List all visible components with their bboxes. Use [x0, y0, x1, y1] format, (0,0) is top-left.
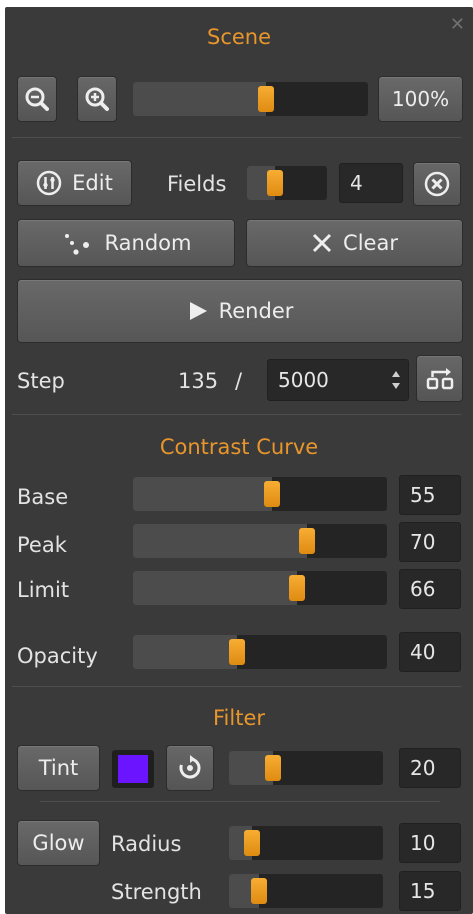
strength-label: Strength	[111, 880, 202, 904]
zoom-slider-fill	[133, 82, 266, 116]
x-icon	[312, 233, 332, 253]
base-slider-thumb[interactable]	[263, 481, 280, 507]
clear-button-label: Clear	[343, 231, 398, 255]
clear-button[interactable]: Clear	[246, 219, 463, 267]
step-current: 135	[178, 369, 219, 393]
opacity-label: Opacity	[17, 644, 98, 668]
limit-value-field[interactable]: 66	[399, 569, 461, 609]
filter-title: Filter	[212, 706, 265, 730]
radius-slider[interactable]	[229, 826, 383, 860]
strength-slider-thumb[interactable]	[251, 878, 268, 904]
fields-slider[interactable]	[247, 166, 327, 200]
random-dots-icon	[64, 234, 89, 255]
spinner-arrows-icon	[392, 371, 400, 389]
fields-value-field[interactable]: 4	[339, 163, 403, 203]
limit-slider[interactable]	[133, 571, 387, 605]
play-icon	[189, 302, 207, 320]
tint-slider-thumb[interactable]	[264, 755, 281, 781]
refresh-icon	[179, 755, 201, 779]
zoom-slider[interactable]	[133, 82, 368, 116]
strength-slider[interactable]	[229, 874, 383, 908]
limit-label: Limit	[17, 578, 70, 602]
clear-fields-button[interactable]	[413, 162, 461, 206]
divider	[40, 801, 440, 802]
tint-value-field[interactable]: 20	[399, 748, 461, 788]
close-icon[interactable]: ✕	[450, 16, 465, 34]
panel-title: Scene	[206, 25, 272, 49]
peak-slider[interactable]	[133, 524, 387, 558]
limit-slider-fill	[133, 571, 298, 605]
tint-button[interactable]: Tint	[17, 745, 100, 791]
edit-button[interactable]: Edit	[17, 160, 132, 206]
zoom-value-button[interactable]: 100%	[378, 76, 463, 122]
zoom-slider-thumb[interactable]	[257, 86, 274, 112]
contrast-curve-title: Contrast Curve	[159, 435, 319, 459]
tint-color-swatch[interactable]	[112, 750, 154, 788]
fields-slider-thumb[interactable]	[267, 170, 283, 196]
peak-slider-fill	[133, 524, 307, 558]
tint-color-fill	[118, 755, 148, 783]
step-total-value: 5000	[278, 368, 329, 392]
divider	[12, 686, 461, 687]
limit-slider-thumb[interactable]	[289, 575, 306, 601]
radius-label: Radius	[111, 832, 182, 856]
peak-value-field[interactable]: 70	[399, 522, 461, 562]
opacity-value-field[interactable]: 40	[399, 632, 461, 672]
opacity-slider-fill	[133, 635, 237, 669]
tint-reset-button[interactable]	[166, 745, 214, 791]
loop-toggle-button[interactable]	[416, 355, 463, 402]
render-button-label: Render	[218, 299, 294, 323]
edit-button-label: Edit	[72, 171, 113, 195]
render-button[interactable]: Render	[17, 279, 463, 343]
radius-value-field[interactable]: 10	[399, 823, 461, 863]
divider	[12, 137, 461, 138]
tint-slider[interactable]	[229, 751, 383, 785]
fields-label: Fields	[167, 172, 227, 196]
step-label: Step	[17, 369, 65, 393]
random-button-label: Random	[104, 231, 192, 255]
random-button[interactable]: Random	[17, 219, 235, 267]
zoom-out-button[interactable]	[17, 76, 57, 122]
radius-slider-thumb[interactable]	[244, 830, 261, 856]
zoom-in-icon	[85, 87, 109, 111]
base-slider-fill	[133, 477, 272, 511]
opacity-slider[interactable]	[133, 635, 387, 669]
peak-label: Peak	[17, 533, 67, 557]
loop-blocks-icon	[426, 367, 453, 389]
divider	[12, 414, 461, 415]
zoom-in-button[interactable]	[77, 76, 117, 122]
strength-value-field[interactable]: 15	[399, 871, 461, 911]
base-value-field[interactable]: 55	[399, 475, 461, 515]
base-label: Base	[17, 485, 69, 509]
step-spinner[interactable]	[387, 362, 405, 398]
glow-button[interactable]: Glow	[17, 820, 100, 866]
opacity-slider-thumb[interactable]	[228, 639, 245, 665]
step-separator: /	[235, 369, 243, 393]
zoom-out-icon	[25, 87, 49, 111]
edit-fields-icon	[36, 170, 62, 196]
base-slider[interactable]	[133, 477, 387, 511]
peak-slider-thumb[interactable]	[298, 528, 315, 554]
circle-x-icon	[424, 171, 450, 197]
